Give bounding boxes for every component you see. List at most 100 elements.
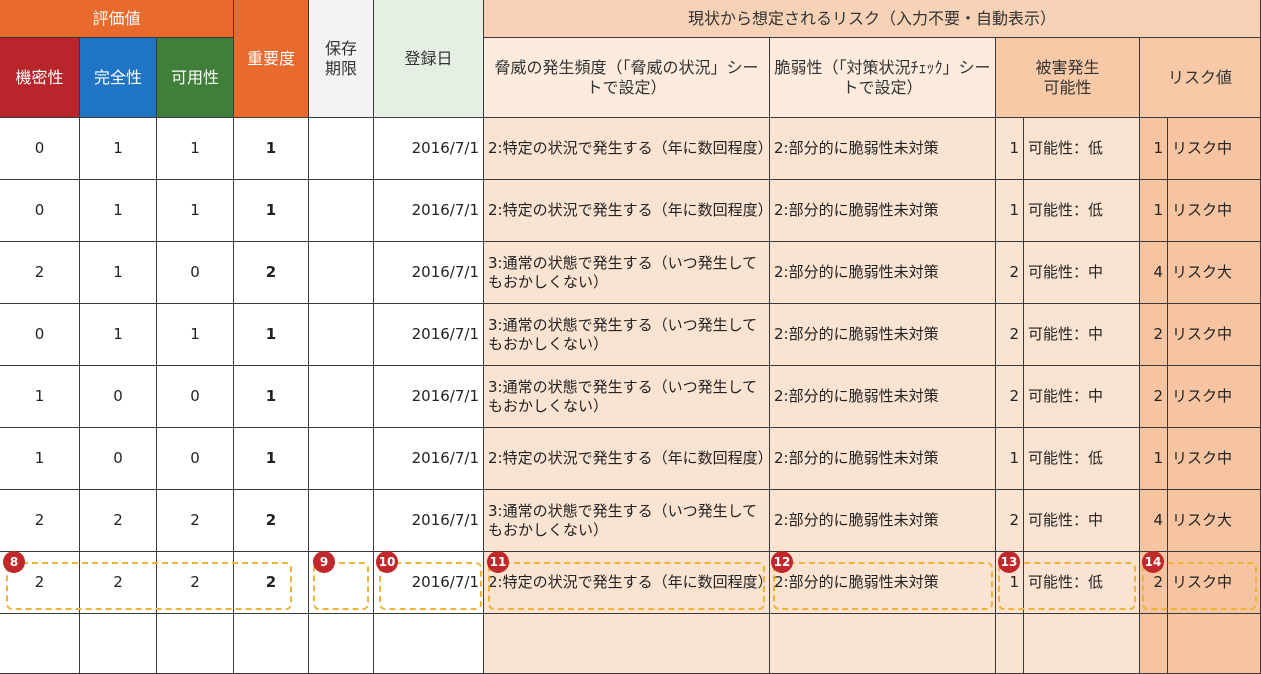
registration-date-cell[interactable] xyxy=(374,614,484,674)
threat-frequency-cell[interactable]: 3:通常の状態で発生する（いつ発生してもおかしくない） xyxy=(484,242,770,304)
registration-date-cell[interactable]: 2016/7/1 xyxy=(374,180,484,242)
possibility-label-cell[interactable]: 可能性：中 xyxy=(1024,242,1140,304)
risk-label-cell[interactable]: リスク中 xyxy=(1168,552,1261,614)
importance-cell[interactable] xyxy=(234,614,309,674)
possibility-label-cell[interactable]: 可能性：低 xyxy=(1024,118,1140,180)
availability-cell[interactable]: 0 xyxy=(157,242,234,304)
threat-frequency-cell[interactable]: 2:特定の状況で発生する（年に数回程度） xyxy=(484,552,770,614)
vulnerability-cell[interactable]: 2:部分的に脆弱性未対策 xyxy=(770,428,996,490)
risk-label-cell[interactable]: リスク中 xyxy=(1168,304,1261,366)
confidentiality-cell[interactable]: 0 xyxy=(0,180,80,242)
risk-number-cell[interactable]: 4 xyxy=(1140,242,1168,304)
risk-number-cell[interactable]: 4 xyxy=(1140,490,1168,552)
retention-cell[interactable] xyxy=(309,118,374,180)
registration-date-cell[interactable]: 2016/7/1 xyxy=(374,242,484,304)
risk-label-cell[interactable]: リスク大 xyxy=(1168,490,1261,552)
threat-frequency-cell[interactable]: 2:特定の状況で発生する（年に数回程度） xyxy=(484,118,770,180)
importance-cell[interactable]: 2 xyxy=(234,552,309,614)
integrity-cell[interactable]: 2 xyxy=(80,490,157,552)
threat-frequency-cell[interactable]: 3:通常の状態で発生する（いつ発生してもおかしくない） xyxy=(484,304,770,366)
vulnerability-cell[interactable]: 2:部分的に脆弱性未対策 xyxy=(770,366,996,428)
possibility-label-cell[interactable] xyxy=(1024,614,1140,674)
possibility-number-cell[interactable]: 1 xyxy=(996,118,1024,180)
importance-cell[interactable]: 1 xyxy=(234,304,309,366)
availability-cell[interactable]: 0 xyxy=(157,366,234,428)
possibility-label-cell[interactable]: 可能性：低 xyxy=(1024,180,1140,242)
possibility-number-cell[interactable]: 1 xyxy=(996,428,1024,490)
risk-label-cell[interactable]: リスク中 xyxy=(1168,428,1261,490)
vulnerability-cell[interactable]: 2:部分的に脆弱性未対策 xyxy=(770,242,996,304)
possibility-number-cell[interactable] xyxy=(996,614,1024,674)
integrity-cell[interactable]: 0 xyxy=(80,366,157,428)
registration-date-cell[interactable]: 2016/7/1 xyxy=(374,304,484,366)
integrity-cell[interactable]: 2 xyxy=(80,552,157,614)
threat-frequency-cell[interactable]: 2:特定の状況で発生する（年に数回程度） xyxy=(484,180,770,242)
possibility-label-cell[interactable]: 可能性：低 xyxy=(1024,552,1140,614)
retention-cell[interactable] xyxy=(309,242,374,304)
possibility-label-cell[interactable]: 可能性：中 xyxy=(1024,304,1140,366)
risk-number-cell[interactable]: 1 xyxy=(1140,428,1168,490)
registration-date-cell[interactable]: 2016/7/1 xyxy=(374,366,484,428)
threat-frequency-cell[interactable]: 2:特定の状況で発生する（年に数回程度） xyxy=(484,428,770,490)
threat-frequency-cell[interactable] xyxy=(484,614,770,674)
vulnerability-cell[interactable]: 2:部分的に脆弱性未対策 xyxy=(770,490,996,552)
confidentiality-cell[interactable]: 2 xyxy=(0,242,80,304)
risk-number-cell[interactable]: 1 xyxy=(1140,118,1168,180)
risk-label-cell[interactable]: リスク中 xyxy=(1168,180,1261,242)
retention-cell[interactable] xyxy=(309,490,374,552)
possibility-number-cell[interactable]: 2 xyxy=(996,304,1024,366)
confidentiality-cell[interactable]: 0 xyxy=(0,118,80,180)
vulnerability-cell[interactable]: 2:部分的に脆弱性未対策 xyxy=(770,552,996,614)
confidentiality-cell[interactable]: 2 xyxy=(0,490,80,552)
availability-cell[interactable]: 1 xyxy=(157,304,234,366)
threat-frequency-cell[interactable]: 3:通常の状態で発生する（いつ発生してもおかしくない） xyxy=(484,490,770,552)
vulnerability-cell[interactable] xyxy=(770,614,996,674)
risk-number-cell[interactable]: 2 xyxy=(1140,366,1168,428)
threat-frequency-cell[interactable]: 3:通常の状態で発生する（いつ発生してもおかしくない） xyxy=(484,366,770,428)
availability-cell[interactable]: 2 xyxy=(157,552,234,614)
confidentiality-cell[interactable]: 1 xyxy=(0,366,80,428)
retention-cell[interactable] xyxy=(309,366,374,428)
risk-label-cell[interactable] xyxy=(1168,614,1261,674)
integrity-cell[interactable] xyxy=(80,614,157,674)
integrity-cell[interactable]: 1 xyxy=(80,242,157,304)
vulnerability-cell[interactable]: 2:部分的に脆弱性未対策 xyxy=(770,118,996,180)
availability-cell[interactable]: 2 xyxy=(157,490,234,552)
possibility-number-cell[interactable]: 1 xyxy=(996,180,1024,242)
retention-cell[interactable] xyxy=(309,180,374,242)
possibility-number-cell[interactable]: 2 xyxy=(996,242,1024,304)
risk-number-cell[interactable]: 1 xyxy=(1140,180,1168,242)
vulnerability-cell[interactable]: 2:部分的に脆弱性未対策 xyxy=(770,304,996,366)
importance-cell[interactable]: 1 xyxy=(234,118,309,180)
possibility-label-cell[interactable]: 可能性：低 xyxy=(1024,428,1140,490)
possibility-label-cell[interactable]: 可能性：中 xyxy=(1024,490,1140,552)
integrity-cell[interactable]: 1 xyxy=(80,180,157,242)
confidentiality-cell[interactable]: 1 xyxy=(0,428,80,490)
registration-date-cell[interactable]: 2016/7/1 xyxy=(374,118,484,180)
vulnerability-cell[interactable]: 2:部分的に脆弱性未対策 xyxy=(770,180,996,242)
integrity-cell[interactable]: 0 xyxy=(80,428,157,490)
retention-cell[interactable] xyxy=(309,304,374,366)
integrity-cell[interactable]: 1 xyxy=(80,118,157,180)
confidentiality-cell[interactable] xyxy=(0,614,80,674)
risk-number-cell[interactable]: 2 xyxy=(1140,304,1168,366)
integrity-cell[interactable]: 1 xyxy=(80,304,157,366)
risk-label-cell[interactable]: リスク中 xyxy=(1168,118,1261,180)
availability-cell[interactable]: 1 xyxy=(157,180,234,242)
importance-cell[interactable]: 1 xyxy=(234,366,309,428)
retention-cell[interactable] xyxy=(309,428,374,490)
availability-cell[interactable] xyxy=(157,614,234,674)
importance-cell[interactable]: 1 xyxy=(234,180,309,242)
availability-cell[interactable]: 1 xyxy=(157,118,234,180)
risk-label-cell[interactable]: リスク大 xyxy=(1168,242,1261,304)
availability-cell[interactable]: 0 xyxy=(157,428,234,490)
risk-number-cell[interactable] xyxy=(1140,614,1168,674)
registration-date-cell[interactable]: 2016/7/1 xyxy=(374,490,484,552)
importance-cell[interactable]: 1 xyxy=(234,428,309,490)
retention-cell[interactable] xyxy=(309,614,374,674)
confidentiality-cell[interactable]: 0 xyxy=(0,304,80,366)
importance-cell[interactable]: 2 xyxy=(234,242,309,304)
registration-date-cell[interactable]: 2016/7/1 xyxy=(374,428,484,490)
risk-label-cell[interactable]: リスク中 xyxy=(1168,366,1261,428)
possibility-number-cell[interactable]: 2 xyxy=(996,490,1024,552)
